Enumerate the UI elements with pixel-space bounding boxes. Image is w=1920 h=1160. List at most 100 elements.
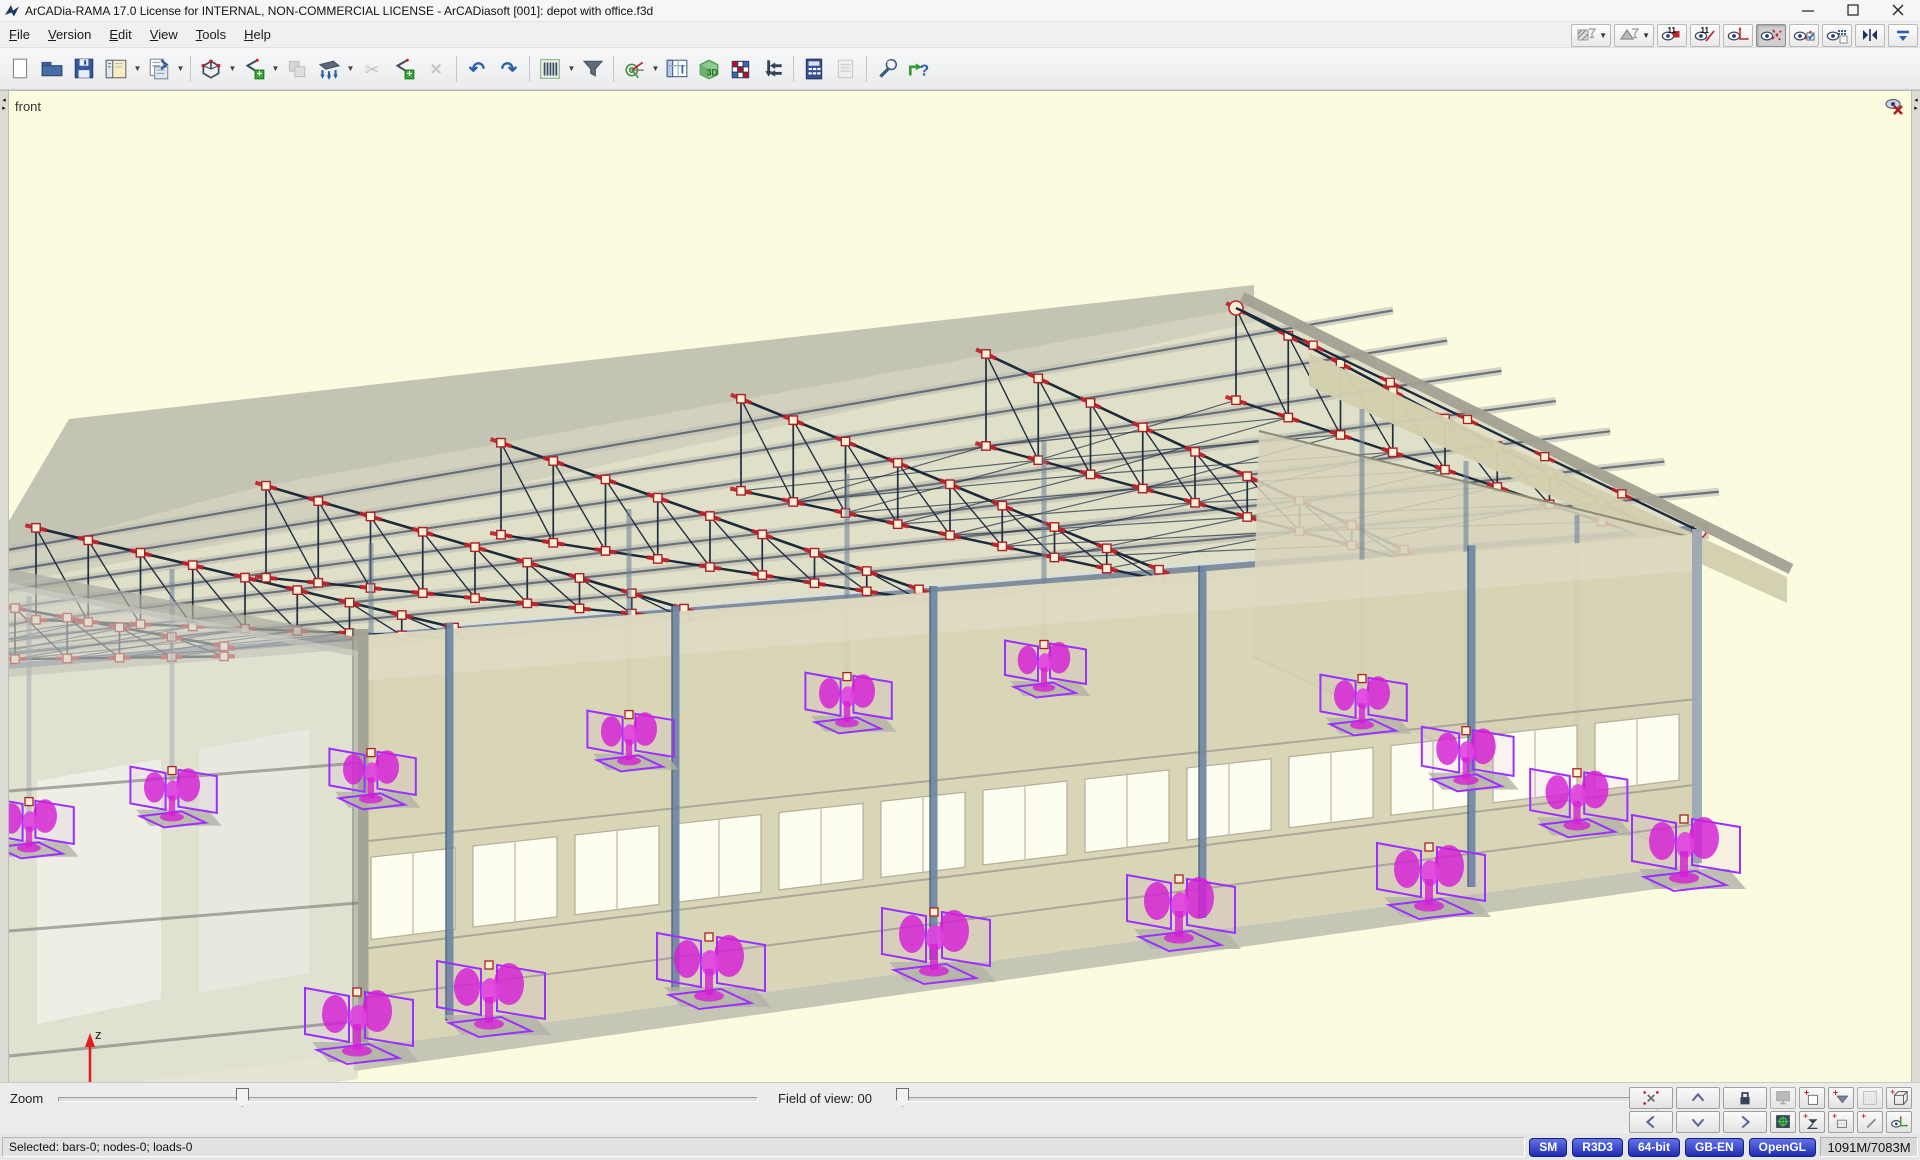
pan-up-button[interactable] — [1676, 1087, 1720, 1109]
close-view-icon[interactable] — [1884, 97, 1906, 117]
shade-mode-dropdown[interactable]: ▼ — [1614, 24, 1654, 47]
add-bar-button[interactable]: + — [238, 53, 270, 85]
dropdown-arrow-icon[interactable]: ▼ — [1642, 31, 1650, 40]
results-report-button — [830, 53, 862, 85]
view-axes-button[interactable] — [1886, 1111, 1912, 1133]
zoom-slider-track[interactable] — [58, 1097, 758, 1102]
properties-table-button[interactable]: I — [661, 53, 693, 85]
save-project-button[interactable] — [68, 53, 100, 85]
zoom-selected-button[interactable]: + — [1799, 1111, 1825, 1133]
render-mode-dropdown[interactable]: ▼ — [1571, 24, 1611, 47]
calculations-button[interactable] — [798, 53, 830, 85]
app-logo-icon — [4, 3, 20, 19]
menu-item-view[interactable]: View — [141, 24, 187, 45]
zoom-cube-button[interactable]: + — [1886, 1087, 1912, 1109]
svg-text:+: + — [1832, 1112, 1837, 1120]
project-panels-button-dropdown[interactable]: ▼ — [132, 53, 143, 85]
zoom-window-button[interactable]: + — [1799, 1087, 1825, 1109]
loads-definition-button[interactable] — [757, 53, 789, 85]
structural-model-canvas[interactable]: zxy — [9, 91, 1911, 1082]
wrench-icon — [875, 57, 899, 81]
show-grid-button[interactable] — [1822, 24, 1852, 47]
lock-view-button[interactable] — [1723, 1087, 1767, 1109]
fit-view-button[interactable] — [1770, 1111, 1796, 1133]
zoom-slider-thumb[interactable] — [236, 1088, 249, 1107]
toolbar-separator — [456, 56, 457, 82]
frame-3d-button[interactable] — [195, 53, 227, 85]
open-icon — [40, 57, 64, 81]
add-node-button[interactable]: + — [388, 53, 420, 85]
calc-icon — [802, 57, 826, 81]
triglass-icon — [1618, 24, 1640, 46]
del-icon: ✕ — [424, 57, 448, 81]
splitter-arrows-icon: ◂▸ — [2, 97, 6, 113]
loadsin-icon — [761, 57, 785, 81]
cut-button: ✂ — [356, 53, 388, 85]
geometry-settings-button-dropdown[interactable]: ▼ — [650, 53, 661, 85]
memory-usage-text: 1091M/7083M — [1827, 1140, 1910, 1155]
3d-viewport[interactable]: ◂▸ ◂▸ front zxy — [0, 90, 1920, 1082]
slab-load-button[interactable] — [313, 53, 345, 85]
frame-3d-button-dropdown[interactable]: ▼ — [227, 53, 238, 85]
delview-icon: ✕ — [1641, 1088, 1661, 1108]
left-panel-splitter[interactable]: ◂▸ — [0, 91, 9, 1082]
open-project-button[interactable] — [36, 53, 68, 85]
zoom-region-button[interactable]: + — [1828, 1111, 1854, 1133]
fov-slider-thumb[interactable] — [896, 1088, 909, 1107]
document-export-button[interactable] — [143, 53, 175, 85]
full-screen-button — [1770, 1087, 1796, 1109]
zoom-down-button[interactable]: + — [1828, 1087, 1854, 1109]
close-button[interactable] — [1875, 0, 1920, 22]
undo-button[interactable]: ↶ — [461, 53, 493, 85]
show-supports-button[interactable] — [1756, 24, 1786, 47]
menu-item-version[interactable]: Version — [39, 24, 100, 45]
pan-right-button[interactable] — [1723, 1111, 1767, 1133]
tools-options-button[interactable] — [871, 53, 903, 85]
geometry-settings-button[interactable] — [618, 53, 650, 85]
cut-icon: ✂ — [360, 57, 384, 81]
redo-button[interactable]: ↷ — [493, 53, 525, 85]
slab-load-button-dropdown[interactable]: ▼ — [345, 53, 356, 85]
project-panels-button[interactable] — [100, 53, 132, 85]
plusdotsq-icon: + — [1831, 1112, 1851, 1132]
eyeaxes-icon — [1727, 24, 1749, 46]
pan-down-button[interactable] — [1676, 1111, 1720, 1133]
document-export-button-dropdown[interactable]: ▼ — [175, 53, 186, 85]
dock-panels-button[interactable] — [1855, 24, 1885, 47]
menu-item-edit[interactable]: Edit — [100, 24, 140, 45]
new-project-button[interactable] — [4, 53, 36, 85]
maximize-button[interactable] — [1830, 0, 1875, 22]
svg-text:+: + — [1803, 1112, 1808, 1120]
context-help-button[interactable]: ? — [903, 53, 935, 85]
section-bars-button[interactable] — [534, 53, 566, 85]
toolbar-separator — [190, 56, 191, 82]
addnode-icon: + — [242, 57, 266, 81]
show-bar-numbers-button[interactable]: 11 — [1690, 24, 1720, 47]
zoom-line-button[interactable]: + — [1857, 1111, 1883, 1133]
bars-icon — [538, 57, 562, 81]
add-bar-button-dropdown[interactable]: ▼ — [270, 53, 281, 85]
dropdown-arrow-icon[interactable]: ▼ — [1599, 31, 1607, 40]
pan-left-button[interactable] — [1629, 1111, 1673, 1133]
show-axes-button[interactable] — [1723, 24, 1753, 47]
view-3d-button[interactable]: 3D — [693, 53, 725, 85]
minimize-button[interactable] — [1785, 0, 1830, 22]
navigation-buttons: ✕++++++ — [1629, 1087, 1912, 1133]
menu-item-tools[interactable]: Tools — [187, 24, 235, 45]
status-badge-64-bit: 64-bit — [1628, 1138, 1680, 1157]
filter-button[interactable] — [577, 53, 609, 85]
svg-text:I: I — [681, 62, 684, 76]
delete-view-button[interactable]: ✕ — [1629, 1087, 1673, 1109]
undo-icon: ↶ — [465, 57, 489, 81]
show-bars-toggle-button[interactable] — [1789, 24, 1819, 47]
color-map-button[interactable] — [725, 53, 757, 85]
right-panel-splitter[interactable]: ◂▸ — [1911, 91, 1920, 1082]
collapse-toolbar-button[interactable] — [1888, 24, 1918, 47]
section-bars-button-dropdown[interactable]: ▼ — [566, 53, 577, 85]
fov-slider-track[interactable] — [900, 1097, 1630, 1102]
splitter-arrows-icon: ◂▸ — [1914, 97, 1918, 113]
menu-item-file[interactable]: File — [0, 24, 39, 45]
menu-item-help[interactable]: Help — [235, 24, 280, 45]
show-node-numbers-button[interactable]: 11 — [1657, 24, 1687, 47]
panels-icon — [104, 57, 128, 81]
